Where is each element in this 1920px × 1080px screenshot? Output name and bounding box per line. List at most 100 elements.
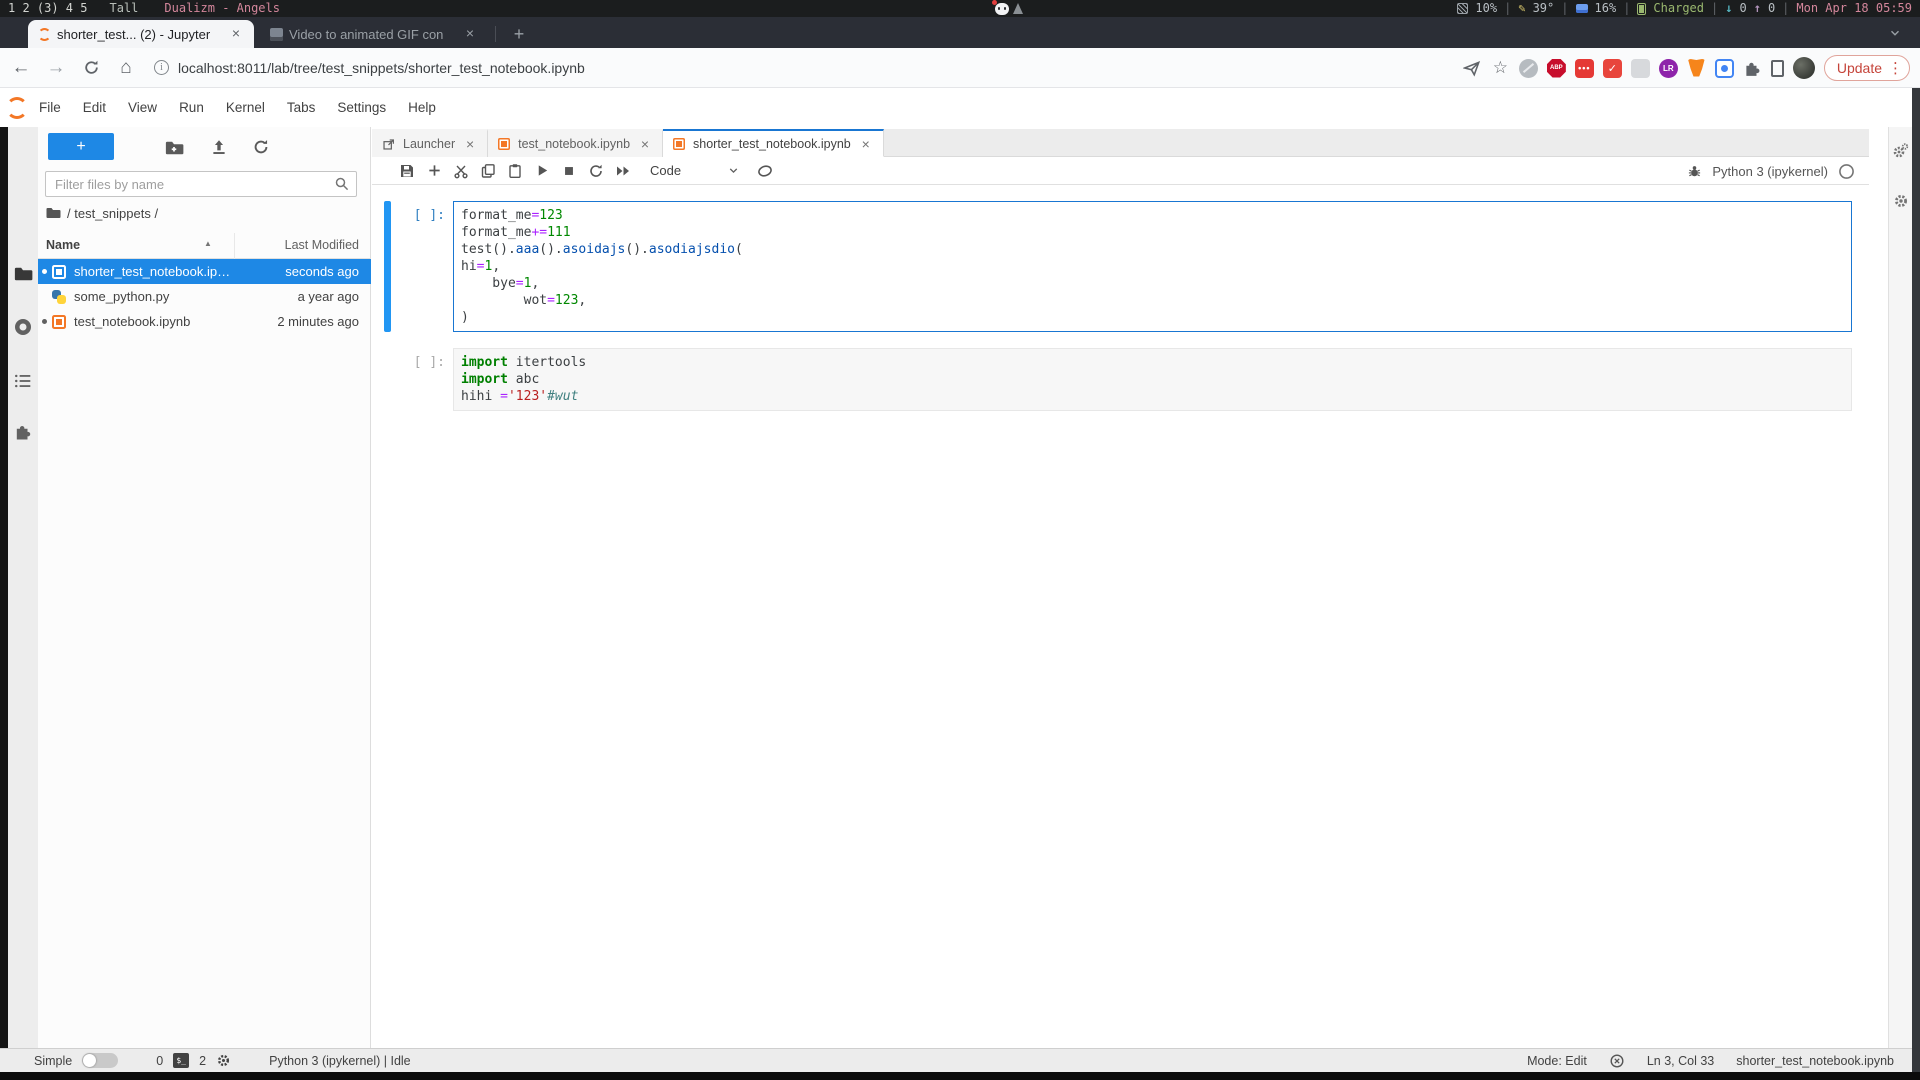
cursor-position[interactable]: Ln 3, Col 33 <box>1647 1054 1714 1068</box>
kernel-status-text[interactable]: Python 3 (ipykernel) | Idle <box>269 1054 411 1068</box>
menu-run[interactable]: Run <box>168 100 215 115</box>
browser-menu-icon[interactable]: ⋮ <box>1888 59 1903 77</box>
close-icon[interactable]: × <box>859 136 873 152</box>
profile-avatar[interactable] <box>1792 57 1815 79</box>
debugger-bug-icon[interactable] <box>1687 164 1702 179</box>
kernels-count[interactable]: 2 <box>199 1054 206 1068</box>
browser-update-button[interactable]: Update ⋮ <box>1823 55 1910 81</box>
share-icon[interactable] <box>1463 59 1482 78</box>
extension-manager-tab-icon[interactable] <box>8 422 38 440</box>
code-editor[interactable]: import itertools import abc hihi ='123'#wu… <box>453 348 1852 411</box>
copy-cells-icon[interactable] <box>475 160 501 182</box>
tray-icon[interactable] <box>1013 3 1023 14</box>
extension-downloader-icon[interactable]: ••• <box>1574 58 1594 78</box>
upload-icon[interactable] <box>210 138 228 156</box>
table-of-contents-tab-icon[interactable] <box>8 372 38 390</box>
reload-button[interactable] <box>77 54 105 82</box>
chevron-down-icon[interactable] <box>1888 26 1902 40</box>
update-label: Update <box>1836 60 1882 76</box>
menu-kernel[interactable]: Kernel <box>215 100 276 115</box>
separator: | <box>1623 1 1631 15</box>
file-browser-panel: + / test_snippets / Name <box>38 127 371 1048</box>
chevron-down-icon <box>727 164 740 177</box>
browser-scrollbar-strip[interactable] <box>1912 88 1920 1072</box>
breadcrumb-path[interactable]: / test_snippets / <box>67 206 158 221</box>
add-cell-icon[interactable] <box>421 160 447 182</box>
close-icon[interactable]: × <box>463 136 477 152</box>
close-icon[interactable]: × <box>228 26 244 42</box>
open-file-dot <box>42 294 47 299</box>
forward-button[interactable]: → <box>42 54 70 82</box>
cell-collapser[interactable] <box>384 348 391 411</box>
tab-test-notebook[interactable]: test_notebook.ipynb × <box>488 129 664 157</box>
simple-mode-toggle[interactable] <box>82 1053 119 1068</box>
property-inspector-gears-icon[interactable] <box>1893 143 1909 159</box>
kernel-name[interactable]: Python 3 (ipykernel) <box>1712 164 1828 179</box>
net-down-rate: 0 <box>1739 1 1747 15</box>
code-cell-1[interactable]: [ ]: format_me=123 format_me+=111 test().a… <box>384 201 1852 332</box>
column-last-modified[interactable]: Last Modified <box>285 238 359 252</box>
extension-check-icon[interactable]: ✓ <box>1602 58 1622 78</box>
extension-darkmode-icon[interactable] <box>1518 58 1538 78</box>
notebook-tools-icon[interactable] <box>756 162 774 180</box>
layout-indicator[interactable]: Tall <box>109 0 138 17</box>
menu-edit[interactable]: Edit <box>72 100 117 115</box>
file-row-shorter-test-notebook[interactable]: shorter_test_notebook.ip… seconds ago <box>38 259 371 284</box>
cell-collapser[interactable] <box>384 201 391 332</box>
file-row-test-notebook[interactable]: test_notebook.ipynb 2 minutes ago <box>38 309 371 334</box>
extensions-puzzle-icon[interactable] <box>1743 59 1762 78</box>
save-icon[interactable] <box>394 160 420 182</box>
menu-tabs[interactable]: Tabs <box>276 100 327 115</box>
site-info-icon[interactable]: i <box>154 60 169 75</box>
file-row-some-python[interactable]: some_python.py a year ago <box>38 284 371 309</box>
paste-cells-icon[interactable] <box>502 160 528 182</box>
cell-type-select[interactable]: Code <box>650 163 740 178</box>
launcher-icon <box>382 138 395 151</box>
workspace-indicators[interactable]: 1 2 (3) 4 5 <box>8 0 87 17</box>
restart-kernel-icon[interactable] <box>583 160 609 182</box>
file-modified: 2 minutes ago <box>277 314 359 329</box>
extension-adblock-icon[interactable]: ABP <box>1546 58 1566 78</box>
filter-files-input[interactable] <box>45 171 357 197</box>
close-icon[interactable]: × <box>638 136 652 152</box>
restart-run-all-icon[interactable] <box>610 160 636 182</box>
new-folder-icon[interactable] <box>164 138 184 158</box>
code-cell-2[interactable]: [ ]: import itertools import abc hihi ='12… <box>384 348 1852 411</box>
home-button[interactable]: ⌂ <box>112 54 140 82</box>
sidebar-toggle-icon[interactable] <box>1770 59 1784 77</box>
tab-launcher[interactable]: Launcher × <box>372 129 489 157</box>
cut-cells-icon[interactable] <box>448 160 474 182</box>
code-editor[interactable]: format_me=123 format_me+=111 test().aaa().… <box>453 201 1852 332</box>
terminals-count[interactable]: 0 <box>156 1054 163 1068</box>
extension-metamask-icon[interactable] <box>1687 58 1705 77</box>
status-bar: Simple 0 $_ 2 Python 3 (ipykernel) | Idl… <box>0 1048 1912 1072</box>
browser-tab-jupyter[interactable]: shorter_test... (2) - Jupyter × <box>28 20 254 48</box>
menu-settings[interactable]: Settings <box>326 100 397 115</box>
discord-tray-icon[interactable] <box>995 2 1009 15</box>
menu-help[interactable]: Help <box>397 100 447 115</box>
url-text[interactable]: localhost:8011/lab/tree/test_snippets/sh… <box>178 60 585 76</box>
address-bar[interactable]: i localhost:8011/lab/tree/test_snippets/… <box>154 60 585 76</box>
extension-gray-icon[interactable] <box>1630 58 1650 78</box>
refresh-icon[interactable] <box>252 138 270 156</box>
extension-bluedot-icon[interactable] <box>1714 58 1734 78</box>
extension-lr-icon[interactable]: LR <box>1658 58 1678 78</box>
back-button[interactable]: ← <box>7 54 35 82</box>
running-sessions-tab-icon[interactable] <box>8 317 38 337</box>
menu-view[interactable]: View <box>117 100 168 115</box>
close-icon[interactable]: × <box>462 26 478 42</box>
new-tab-button[interactable]: + <box>506 22 532 46</box>
menu-file[interactable]: File <box>28 100 72 115</box>
browser-tab-video[interactable]: Video to animated GIF con × <box>260 20 488 48</box>
kernel-sessions-icon <box>216 1053 231 1068</box>
interrupt-kernel-icon[interactable] <box>556 160 582 182</box>
breadcrumb[interactable]: / test_snippets / <box>45 205 158 221</box>
bookmark-star-icon[interactable]: ☆ <box>1491 58 1510 78</box>
debugger-gear-icon[interactable] <box>1893 193 1909 209</box>
tab-shorter-test-notebook[interactable]: shorter_test_notebook.ipynb × <box>663 129 884 157</box>
column-name[interactable]: Name <box>46 238 80 252</box>
file-browser-tab-icon[interactable] <box>8 264 38 284</box>
new-launcher-button[interactable]: + <box>48 133 114 160</box>
run-cell-icon[interactable] <box>529 160 555 182</box>
sort-ascending-icon[interactable]: ▲ <box>204 239 212 248</box>
